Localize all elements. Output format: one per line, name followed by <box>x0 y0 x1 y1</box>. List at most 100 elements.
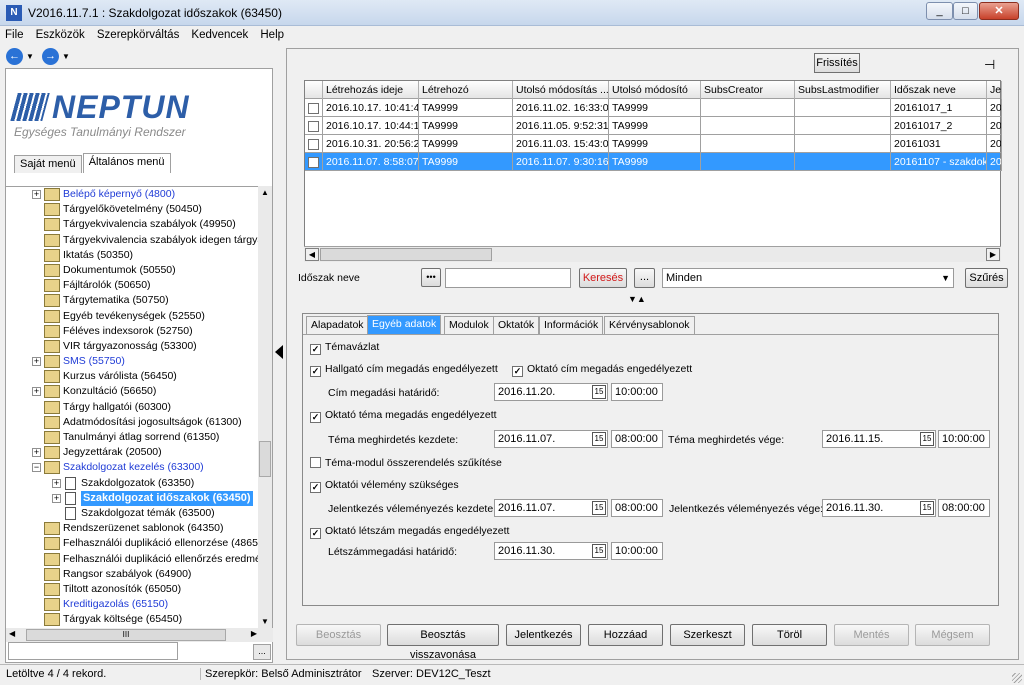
szerkeszt-button[interactable]: Szerkeszt <box>670 624 745 646</box>
calendar-icon[interactable]: 15 <box>592 432 606 446</box>
search-button[interactable]: Keresés <box>579 268 627 288</box>
torol-button[interactable]: Töröl <box>752 624 827 646</box>
grid-header-select[interactable] <box>305 81 323 99</box>
tree-item[interactable]: Egyéb tevékenységek (52550) <box>6 309 263 324</box>
expand-plus-icon[interactable]: + <box>52 478 61 488</box>
tree-item[interactable]: + SMS (55750) <box>6 354 263 369</box>
tree-item[interactable]: + Konzultáció (56650) <box>6 384 263 399</box>
temavazlat-checkbox[interactable]: ✓ Témavázlat <box>310 341 379 355</box>
scroll-left-icon[interactable]: ◀ <box>9 629 15 638</box>
minimize-button[interactable]: _ <box>926 2 953 20</box>
tree-item[interactable]: Kurzus várólista (56450) <box>6 369 263 384</box>
row-select-cell[interactable] <box>305 135 323 153</box>
expand-plus-icon[interactable]: + <box>32 190 41 199</box>
tree-item[interactable]: VIR tárgyazonosság (53300) <box>6 339 263 354</box>
tab-altalanos-menu[interactable]: Általános menü <box>82 153 171 173</box>
tree-item[interactable]: Tárgyekvivalencia szabályok (49950) <box>6 217 263 232</box>
tree-item[interactable]: + Szakdolgozatok (63350) <box>6 476 263 491</box>
scroll-down-icon[interactable]: ▼ <box>261 617 269 626</box>
expand-plus-icon[interactable]: + <box>32 387 41 397</box>
tab-alapadatok[interactable]: Alapadatok <box>306 316 369 334</box>
checkbox-checked-icon[interactable]: ✓ <box>310 412 321 423</box>
checkbox-checked-icon[interactable]: ✓ <box>512 366 523 377</box>
beosztas-button[interactable]: Beosztás <box>296 624 381 646</box>
tree-item[interactable]: Féléves indexsorok (52750) <box>6 324 263 339</box>
menu-search-button[interactable]: ... <box>253 644 271 660</box>
tab-kervenysablonok[interactable]: Kérvénysablonok <box>604 316 695 334</box>
filter-select[interactable]: Minden ▼ <box>662 268 954 288</box>
tema-modul-checkbox[interactable]: Téma-modul összerendelés szűkítése <box>310 457 502 469</box>
tree-item[interactable]: Kreditigazolás (65150) <box>6 597 263 612</box>
hallgato-cim-checkbox[interactable]: ✓ Hallgató cím megadás engedélyezett <box>310 363 498 377</box>
tree-item[interactable]: Felhasználói duplikáció ellenorzése (486… <box>6 536 263 551</box>
tema-kezdete-time[interactable]: 08:00:00 <box>611 430 663 448</box>
grid-column-header[interactable]: SubsCreator <box>701 81 795 99</box>
letszam-time[interactable]: 10:00:00 <box>611 542 663 560</box>
calendar-icon[interactable]: 15 <box>592 544 606 558</box>
window-title-bar[interactable]: N V2016.11.7.1 : Szakdolgozat időszakok … <box>0 0 1024 26</box>
tree-horizontal-scrollbar[interactable]: ◀ III ▶ <box>6 628 273 642</box>
grid-column-header[interactable]: Időszak neve <box>891 81 987 99</box>
row-select-cell[interactable] <box>305 117 323 135</box>
row-select-cell[interactable] <box>305 153 323 171</box>
grid-column-header[interactable]: Létrehozó <box>419 81 513 99</box>
grid-column-header[interactable]: SubsLastmodifier <box>795 81 891 99</box>
oktato-letszam-checkbox[interactable]: ✓ Oktató létszám megadás engedélyezett <box>310 525 509 539</box>
jel-vege-time[interactable]: 08:00:00 <box>938 499 990 517</box>
expand-plus-icon[interactable]: + <box>52 493 61 503</box>
checkbox-checked-icon[interactable]: ✓ <box>310 344 321 355</box>
close-button[interactable]: ✕ <box>979 2 1019 20</box>
grid-column-header[interactable]: Je <box>987 81 1002 99</box>
collapse-arrow-icon[interactable] <box>275 345 283 359</box>
tab-modulok[interactable]: Modulok <box>444 316 494 334</box>
letszam-date[interactable]: 2016.11.30. 15 <box>494 542 608 560</box>
mentes-button[interactable]: Mentés <box>834 624 909 646</box>
tree-item[interactable]: Tanulmányi átlag sorrend (61350) <box>6 430 263 445</box>
pin-icon[interactable]: ⊣ <box>984 57 995 73</box>
jel-kezdete-date[interactable]: 2016.11.07. 15 <box>494 499 608 517</box>
jel-vege-date[interactable]: 2016.11.30. 15 <box>822 499 936 517</box>
tema-vege-time[interactable]: 10:00:00 <box>938 430 990 448</box>
table-row[interactable]: 2016.11.07. 8:58:07 TA9999 2016.11.07. 9:3… <box>305 153 1002 171</box>
calendar-icon[interactable]: 15 <box>920 501 934 515</box>
tema-kezdete-date[interactable]: 2016.11.07. 15 <box>494 430 608 448</box>
beosztas-visszavonasa-button[interactable]: Beosztás visszavonása <box>387 624 499 661</box>
table-row[interactable]: 2016.10.17. 10:44:1 TA9999 2016.11.05. 9:5… <box>305 117 1002 135</box>
menu-search-input[interactable] <box>8 642 178 660</box>
menu-eszkozok[interactable]: Eszközök <box>31 27 89 41</box>
tab-egyeb-adatok[interactable]: Egyéb adatok <box>367 315 442 334</box>
jelentkezes-button[interactable]: Jelentkezés <box>506 624 581 646</box>
jel-kezdete-time[interactable]: 08:00:00 <box>611 499 663 517</box>
tree-item[interactable]: Fájltárolók (50650) <box>6 278 263 293</box>
tree-item[interactable]: Tiltott azonosítók (65050) <box>6 582 263 597</box>
collapse-minus-icon[interactable]: − <box>32 463 41 473</box>
oktato-tema-checkbox[interactable]: ✓ Oktató téma megadás engedélyezett <box>310 409 497 423</box>
grid-column-header[interactable]: Létrehozás ideje <box>323 81 419 99</box>
tab-informaciok[interactable]: Információk <box>539 316 604 334</box>
forward-arrow-icon[interactable]: → <box>41 48 59 65</box>
calendar-icon[interactable]: 15 <box>920 432 934 446</box>
row-checkbox[interactable] <box>308 138 319 150</box>
tree-item[interactable]: − Szakdolgozat kezelés (63300) <box>6 460 263 475</box>
search-more-button[interactable]: ... <box>634 268 655 288</box>
forward-dropdown-icon[interactable]: ▼ <box>62 52 70 61</box>
scroll-up-icon[interactable]: ▲ <box>261 188 269 197</box>
grid-scroll-right-icon[interactable]: ▶ <box>986 248 1000 261</box>
scroll-thumb[interactable] <box>259 441 271 477</box>
menu-kedvencek[interactable]: Kedvencek <box>186 27 252 41</box>
tree-vertical-scrollbar[interactable]: ▲ ▼ <box>258 186 272 628</box>
tree-item[interactable]: Tárgyelőkövetelmény (50450) <box>6 202 263 217</box>
calendar-icon[interactable]: 15 <box>592 385 606 399</box>
hozzaad-button[interactable]: Hozzáad <box>588 624 663 646</box>
row-checkbox[interactable] <box>308 156 319 168</box>
grid-column-header[interactable]: Utolsó módosító <box>609 81 701 99</box>
grid-scroll-thumb[interactable] <box>320 248 492 261</box>
checkbox-unchecked-icon[interactable] <box>310 457 321 468</box>
tema-vege-date[interactable]: 2016.11.15. 15 <box>822 430 936 448</box>
tree-item[interactable]: Rangsor szabályok (64900) <box>6 567 263 582</box>
megsem-button[interactable]: Mégsem <box>915 624 990 646</box>
tree-item[interactable]: + Belépő képernyő (4800) <box>6 187 263 202</box>
cim-hatarido-date[interactable]: 2016.11.20. 15 <box>494 383 608 401</box>
grid-column-header[interactable]: Utolsó módosítás ... <box>513 81 609 99</box>
chevron-down-icon[interactable]: ▼ <box>941 269 950 287</box>
